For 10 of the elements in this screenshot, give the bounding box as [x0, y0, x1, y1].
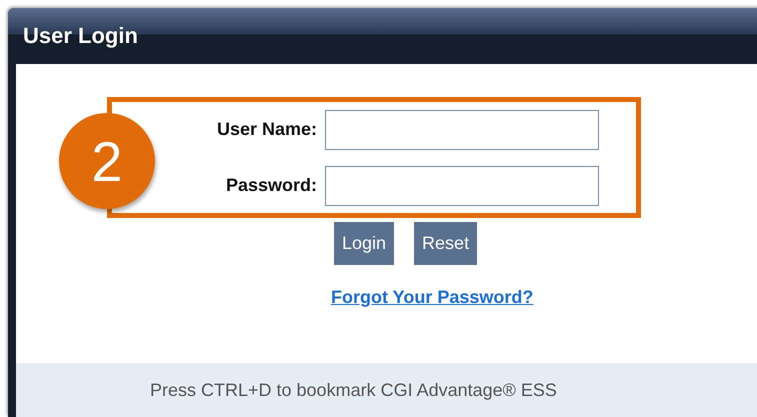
username-field[interactable]: [325, 110, 599, 150]
login-button[interactable]: Login: [334, 222, 394, 265]
forgot-password-link[interactable]: Forgot Your Password?: [331, 287, 534, 307]
reset-button[interactable]: Reset: [414, 222, 478, 265]
field-label: Password:: [224, 175, 318, 196]
password-field[interactable]: [325, 166, 599, 206]
field-label: User Name:: [216, 119, 318, 140]
window-title: User Login: [23, 23, 138, 49]
footer-text: Press CTRL+D to bookmark CGI Advantage® ESS: [150, 380, 557, 400]
step-badge: 2: [59, 113, 155, 209]
